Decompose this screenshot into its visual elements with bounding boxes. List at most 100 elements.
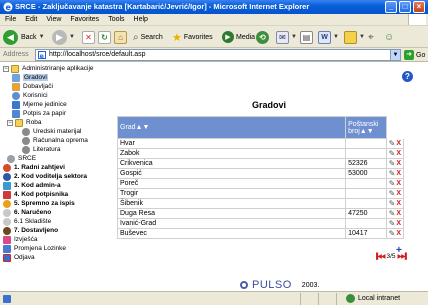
ordered-icon: [3, 208, 11, 217]
menu-help[interactable]: Help: [129, 14, 152, 23]
window-title: SRCE - Zaključavanje katastra [Kartabari…: [15, 2, 310, 11]
column-header-grad[interactable]: Grad▲▼: [116, 116, 347, 139]
edit-icon[interactable]: ✎: [389, 159, 396, 168]
delete-icon[interactable]: X: [396, 140, 401, 147]
print-button[interactable]: ▤: [300, 29, 313, 45]
back-arrow-icon: ◀: [3, 29, 18, 45]
tree-item-racunalna-oprema[interactable]: Računalna oprema: [22, 136, 88, 145]
delete-icon[interactable]: X: [396, 200, 401, 207]
tree-item-naruceno[interactable]: 6. Naručeno: [3, 208, 51, 217]
tree-item-kod-potpisnika[interactable]: 4. Kod potpisnika: [3, 190, 68, 199]
city-icon: [12, 73, 20, 82]
maximize-button[interactable]: □: [399, 1, 411, 13]
tree-item-gradovi[interactable]: Gradovi: [12, 73, 48, 82]
menu-tools[interactable]: Tools: [103, 14, 128, 23]
cell-postanski-broj: [345, 188, 387, 199]
history-button[interactable]: ⟲: [256, 29, 269, 45]
tree-item-literatura[interactable]: Literatura: [22, 145, 60, 154]
delete-icon[interactable]: X: [396, 230, 401, 237]
tree-item-kod-admina[interactable]: 3. Kod admin-a: [3, 181, 61, 190]
menu-favorites[interactable]: Favorites: [65, 14, 103, 23]
delete-icon[interactable]: X: [396, 150, 401, 157]
media-icon: ▶: [222, 31, 234, 43]
media-button[interactable]: ▶ Media: [222, 29, 255, 45]
edit-icon[interactable]: ✎: [389, 189, 396, 198]
search-button[interactable]: ⌕ Search: [133, 29, 163, 45]
delete-icon[interactable]: X: [396, 190, 401, 197]
edit-icon[interactable]: ✎: [389, 169, 396, 178]
cell-postanski-broj: [345, 178, 387, 189]
help-icon[interactable]: ?: [402, 71, 413, 82]
delete-icon[interactable]: X: [396, 180, 401, 187]
refresh-button[interactable]: ↻: [98, 29, 111, 45]
cell-grad: Hvar: [116, 138, 347, 149]
address-input[interactable]: e http://localhost/srce/default.asp ▼: [35, 49, 401, 61]
tree-item-kod-voditelja[interactable]: 2. Kod voditelja sektora: [3, 172, 87, 181]
edit-icon[interactable]: ✎: [389, 199, 396, 208]
close-button[interactable]: ×: [413, 1, 425, 13]
tree-item-potpis[interactable]: Potpis za papir: [12, 109, 66, 118]
delete-icon[interactable]: X: [396, 170, 401, 177]
tree-item-izvjesca[interactable]: Izvješća: [3, 235, 37, 244]
tree-root[interactable]: − Administriranje aplikacije: [3, 64, 94, 73]
tree-item-radni-zahtjevi[interactable]: 1. Radni zahtjevi: [3, 163, 65, 172]
tree-item-roba[interactable]: − Roba: [7, 118, 42, 127]
cell-postanski-broj: [345, 218, 387, 229]
column-header-postanski-broj[interactable]: Poštanski broj▲▼: [345, 116, 387, 139]
forward-button[interactable]: ▶ ▼: [52, 29, 75, 45]
cell-postanski-broj: 10417: [345, 228, 387, 239]
mail-button[interactable]: ✉ ▼: [276, 29, 297, 45]
home-button[interactable]: ⌂: [114, 29, 127, 45]
delete-icon[interactable]: X: [396, 160, 401, 167]
tree-item-dobavljaci[interactable]: Dobavljači: [12, 82, 53, 91]
cell-postanski-broj: 53000: [345, 168, 387, 179]
stop-button[interactable]: ✕: [82, 29, 95, 45]
discuss-button[interactable]: ▼: [344, 29, 365, 45]
table-row: Zabok ✎ X: [116, 148, 405, 159]
edit-icon[interactable]: ✎: [389, 219, 396, 228]
edit-button[interactable]: W ▼: [318, 29, 339, 45]
go-button[interactable]: ➜ Go: [404, 50, 425, 60]
tree-item-srce[interactable]: SRCE: [7, 154, 36, 163]
menu-view[interactable]: View: [41, 14, 65, 23]
edit-icon[interactable]: ✎: [389, 209, 396, 218]
delivered-icon: [3, 226, 11, 235]
edit-icon[interactable]: ✎: [389, 179, 396, 188]
folder-icon: [344, 30, 357, 44]
messenger-button[interactable]: ☺: [384, 29, 394, 45]
logout-icon: [3, 253, 11, 262]
research-button[interactable]: ⌖: [368, 29, 374, 45]
tree-item-skladiste[interactable]: 6.1 Skladište: [3, 217, 51, 226]
status-divider: [318, 293, 319, 305]
prev-page-icon[interactable]: ◀: [381, 253, 386, 260]
chevron-down-icon: ▼: [291, 34, 297, 40]
edit-icon[interactable]: ✎: [389, 149, 396, 158]
tree-item-uredski-materijal[interactable]: Uredski materijal: [22, 127, 81, 136]
search-icon: ⌕: [133, 31, 139, 43]
tree-item-korisnici[interactable]: Korisnici: [12, 91, 48, 100]
tree-item-mjerne-jedinice[interactable]: Mjerne jedinice: [12, 100, 67, 109]
minimize-button[interactable]: _: [385, 1, 397, 13]
collapse-icon[interactable]: −: [3, 65, 9, 72]
tree-item-odjava[interactable]: Odjava: [3, 253, 35, 262]
print-ready-icon: [3, 199, 11, 208]
collapse-icon[interactable]: −: [7, 119, 13, 126]
chevron-down-icon[interactable]: ▼: [390, 50, 400, 60]
favorites-button[interactable]: ★ Favorites: [172, 29, 213, 45]
tree-item-promjena-lozinke[interactable]: Promjena Lozinke: [3, 244, 66, 253]
first-page-icon[interactable]: ▐◀: [374, 253, 382, 260]
back-button[interactable]: ◀ Back ▼: [3, 29, 45, 45]
last-page-icon[interactable]: ▶▌: [401, 253, 409, 260]
cities-table: Grad▲▼ Poštanski broj▲▼ Hvar ✎ X Zabok ✎ X Cri…: [116, 116, 405, 239]
edit-icon[interactable]: ✎: [389, 229, 396, 238]
delete-icon[interactable]: X: [396, 210, 401, 217]
gear-icon: [22, 145, 30, 154]
status-bar: Local intranet: [0, 291, 428, 305]
cell-grad: Gospić: [116, 168, 347, 179]
tree-item-dostavljeno[interactable]: 7. Dostavljeno: [3, 226, 58, 235]
edit-icon[interactable]: ✎: [389, 139, 396, 148]
delete-icon[interactable]: X: [396, 220, 401, 227]
menu-edit[interactable]: Edit: [20, 14, 41, 23]
menu-file[interactable]: File: [0, 14, 20, 23]
tree-item-spremno-za-ispis[interactable]: 5. Spremno za ispis: [3, 199, 75, 208]
